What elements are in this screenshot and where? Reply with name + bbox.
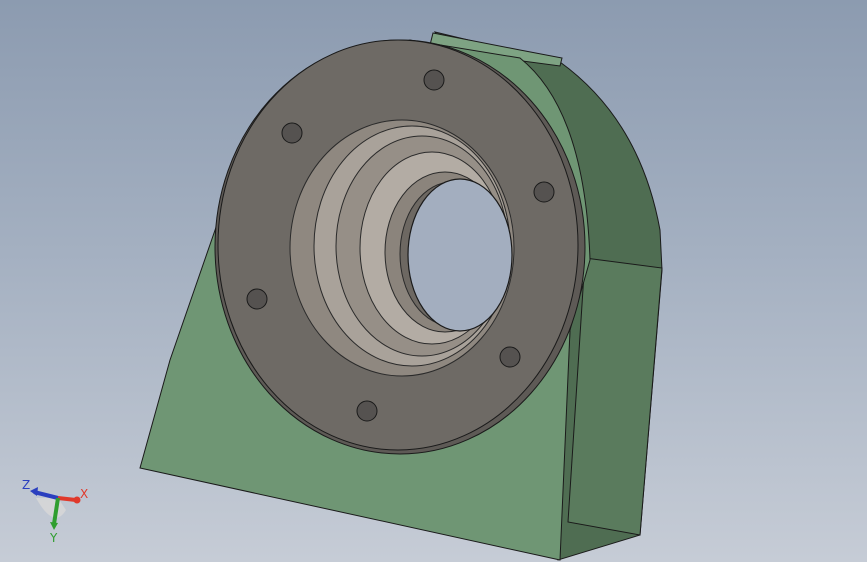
bolt-hole[interactable] <box>356 400 378 422</box>
bolt-hole[interactable] <box>423 69 445 91</box>
bolt-hole[interactable] <box>533 181 555 203</box>
bore-through-hole <box>407 178 513 332</box>
triad-y-label: Y <box>49 531 58 545</box>
z-axis-arrow-icon <box>30 487 38 496</box>
triad-shadow-icon <box>36 498 66 518</box>
housing-lower-side <box>567 257 663 536</box>
view-orientation-triad[interactable]: Z X Y <box>14 470 94 550</box>
y-axis-arrow-icon <box>50 522 58 530</box>
x-axis-icon <box>57 496 77 502</box>
bolt-hole[interactable] <box>499 346 521 368</box>
bolt-hole[interactable] <box>281 122 303 144</box>
3d-model-view[interactable] <box>0 0 867 562</box>
triad-z-label: Z <box>22 478 30 492</box>
triad-x-label: X <box>80 487 88 501</box>
bolt-hole[interactable] <box>246 288 268 310</box>
bearing-bore[interactable] <box>289 119 515 377</box>
z-axis-icon <box>33 490 59 500</box>
graphics-viewport[interactable]: Z X Y <box>0 0 867 562</box>
